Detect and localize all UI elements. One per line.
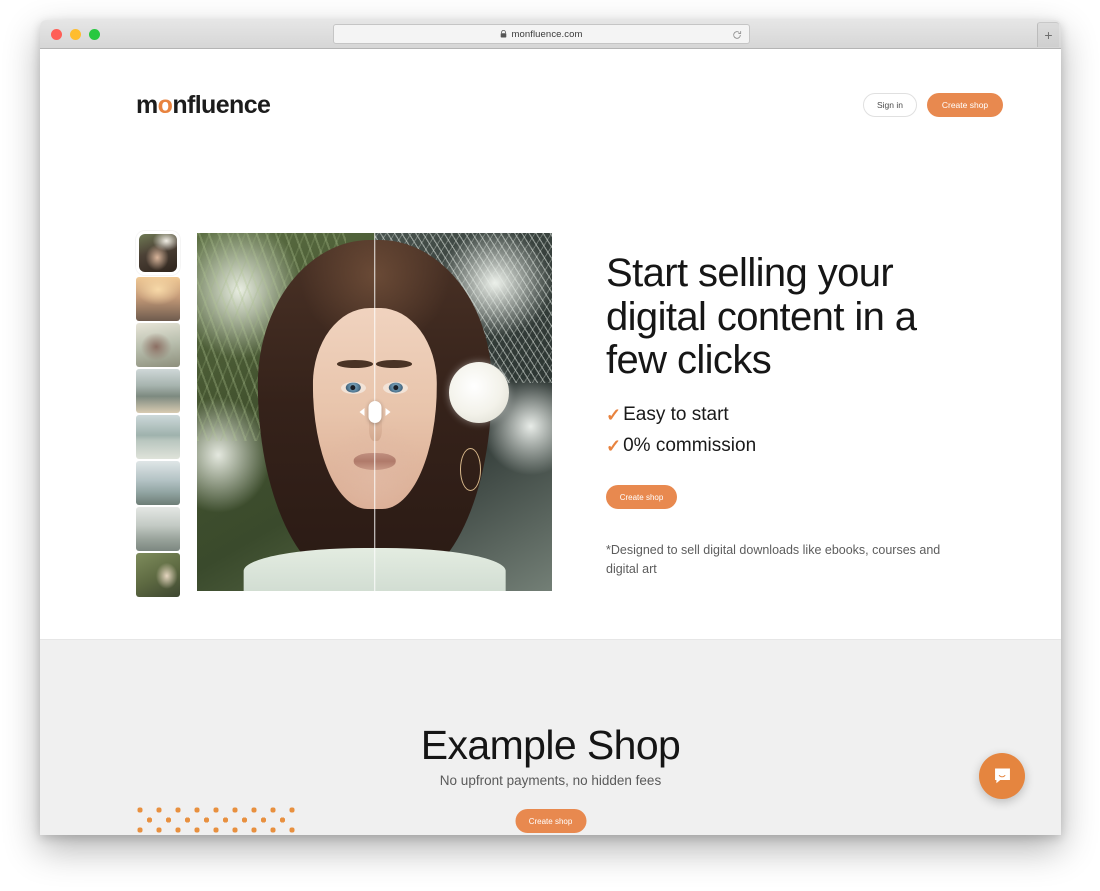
address-bar[interactable]: monfluence.com bbox=[333, 24, 750, 44]
chevron-right-icon bbox=[385, 408, 390, 416]
thumbnail-6[interactable] bbox=[136, 461, 180, 505]
thumbnail-1[interactable] bbox=[136, 231, 180, 275]
reload-icon[interactable] bbox=[730, 28, 743, 41]
lock-icon bbox=[500, 30, 507, 38]
close-window-button[interactable] bbox=[51, 29, 62, 40]
benefit-label: 0% commission bbox=[623, 434, 757, 456]
thumbnail-5[interactable] bbox=[136, 415, 180, 459]
decorative-dot-pattern bbox=[136, 805, 296, 835]
minimize-window-button[interactable] bbox=[70, 29, 81, 40]
thumbnail-strip bbox=[136, 231, 180, 597]
create-shop-button-hero[interactable]: Create shop bbox=[606, 485, 677, 510]
example-shop-subtitle: No upfront payments, no hidden fees bbox=[439, 773, 662, 788]
example-shop-title: Example Shop bbox=[420, 722, 681, 768]
chat-widget-button[interactable] bbox=[979, 753, 1025, 799]
thumbnail-3[interactable] bbox=[136, 323, 180, 367]
thumbnail-8[interactable] bbox=[136, 553, 180, 597]
example-shop-section: Example Shop No upfront payments, no hid… bbox=[40, 639, 1061, 835]
site-header: monfluence Sign in Create shop bbox=[40, 49, 1061, 119]
maximize-window-button[interactable] bbox=[89, 29, 100, 40]
hero-headline: Start selling your digital content in a … bbox=[606, 251, 917, 383]
comparison-before-image bbox=[197, 233, 375, 591]
hero-section: Start selling your digital content in a … bbox=[40, 114, 1061, 639]
hero-copy: Start selling your digital content in a … bbox=[606, 251, 986, 578]
browser-window: monfluence.com + monfluence Sign in Crea… bbox=[40, 20, 1061, 835]
thumbnail-4[interactable] bbox=[136, 369, 180, 413]
new-tab-button[interactable]: + bbox=[1037, 22, 1059, 47]
thumbnail-2[interactable] bbox=[136, 277, 180, 321]
window-controls bbox=[51, 29, 100, 40]
browser-titlebar: monfluence.com + bbox=[40, 20, 1061, 49]
hero-disclaimer: *Designed to sell digital downloads like… bbox=[606, 543, 941, 576]
address-bar-url: monfluence.com bbox=[511, 28, 583, 40]
comparison-slider-handle[interactable] bbox=[359, 401, 390, 423]
chevron-left-icon bbox=[359, 408, 364, 416]
benefit-item: ✓ Easy to start bbox=[606, 400, 986, 431]
chat-bubble-icon bbox=[994, 767, 1010, 783]
benefit-item: ✓ 0% commission bbox=[606, 431, 986, 462]
benefits-list: ✓ Easy to start ✓ 0% commission bbox=[606, 400, 986, 462]
check-icon: ✓ bbox=[606, 405, 622, 426]
comparison-after-image bbox=[374, 233, 552, 591]
create-shop-button-section[interactable]: Create shop bbox=[515, 809, 586, 833]
before-after-comparison[interactable] bbox=[197, 233, 552, 591]
thumbnail-7[interactable] bbox=[136, 507, 180, 551]
benefit-label: Easy to start bbox=[623, 403, 729, 425]
check-icon: ✓ bbox=[606, 435, 622, 456]
page-content: monfluence Sign in Create shop Start sel… bbox=[40, 49, 1061, 835]
